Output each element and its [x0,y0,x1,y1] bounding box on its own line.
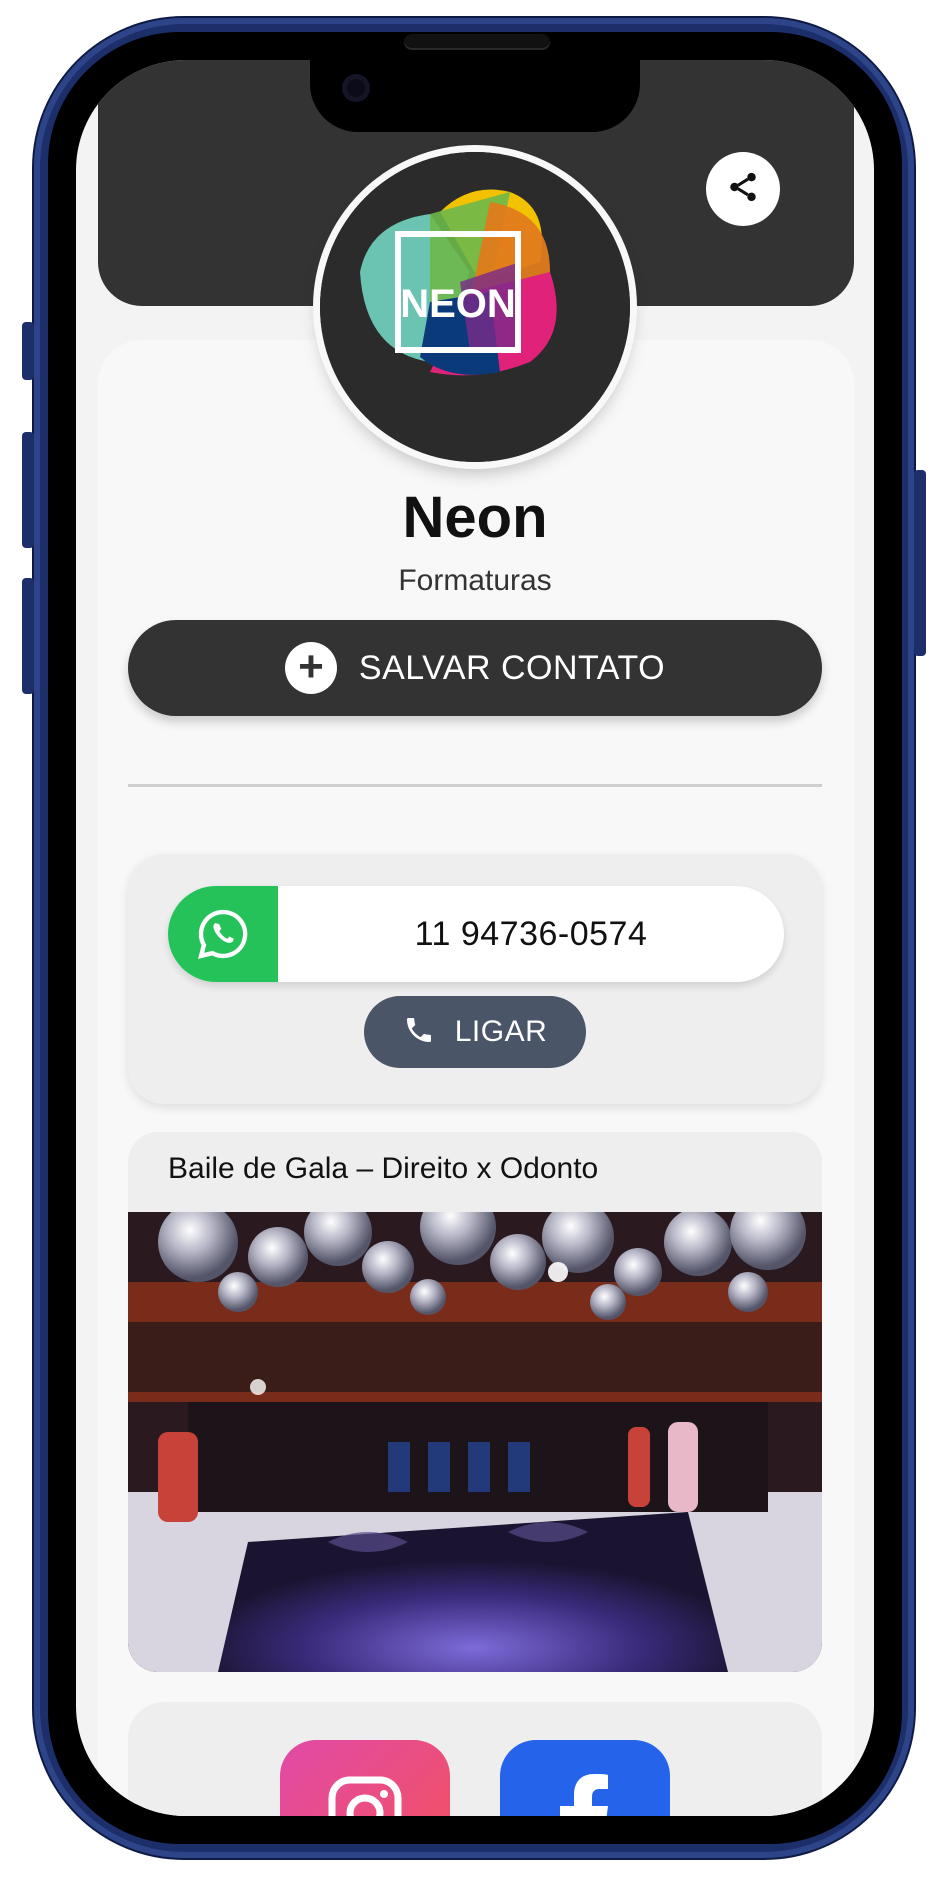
social-card [128,1702,822,1816]
phone-side-button-volume-up [22,432,34,548]
event-card[interactable]: Baile de Gala – Direito x Odonto [128,1132,822,1672]
profile-subtitle: Formaturas [398,564,552,597]
phone-side-button-power [914,470,926,656]
whatsapp-icon [168,886,278,982]
logo-text: NEON [400,282,516,326]
phone-camera [342,74,370,102]
event-photo[interactable] [128,1212,822,1672]
call-label: LIGAR [454,1015,548,1048]
instagram-icon [328,1776,402,1816]
facebook-button[interactable] [500,1740,670,1816]
phone-side-button-mute [22,322,34,380]
whatsapp-button[interactable]: 11 94736-0574 [168,886,784,982]
phone-icon [403,1014,435,1051]
avatar: NEON [320,152,630,462]
share-button[interactable] [706,152,780,226]
profile-name: Neon [402,485,548,550]
whatsapp-number: 11 94736-0574 [414,914,648,953]
save-contact-label: SALVAR CONTATO [358,648,666,687]
save-contact-button[interactable]: + SALVAR CONTATO [128,620,822,716]
neon-logo: NEON [320,152,630,462]
call-button[interactable]: LIGAR [364,996,586,1068]
instagram-button[interactable] [280,1740,450,1816]
share-icon [726,170,760,209]
divider [128,784,822,787]
plus-icon: + [284,642,337,694]
phone-screen: NEON Neon Formaturas + SALVAR CONTATO 11… [76,60,874,1816]
phone-side-button-volume-down [22,578,34,694]
facebook-icon [560,1774,608,1816]
phone-speaker [404,34,550,50]
event-title: Baile de Gala – Direito x Odonto [168,1152,599,1185]
